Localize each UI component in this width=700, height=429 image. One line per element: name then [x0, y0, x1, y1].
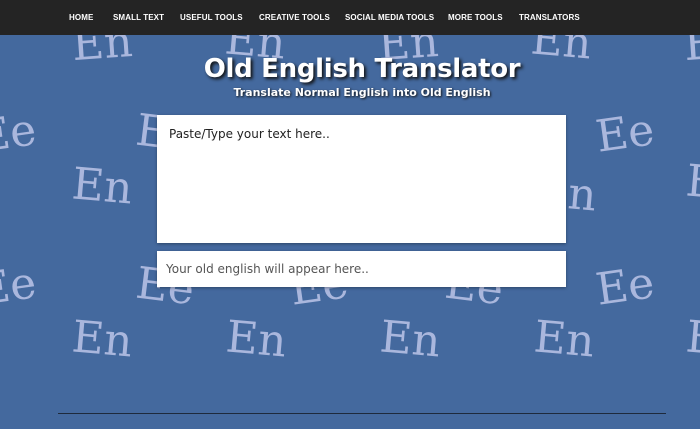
bg-glyph: En: [377, 311, 443, 368]
page-subtitle: Translate Normal English into Old Englis…: [233, 86, 491, 99]
nav-home[interactable]: HOME: [69, 13, 93, 22]
nav-translators[interactable]: TRANSLATORS: [519, 13, 580, 22]
bg-glyph: Ee: [0, 104, 40, 163]
nav-small-text[interactable]: SMALL TEXT: [113, 13, 164, 22]
text-input[interactable]: [157, 115, 566, 243]
nav-social-media-tools[interactable]: SOCIAL MEDIA TOOLS: [345, 13, 434, 22]
bg-glyph: Ee: [592, 104, 658, 163]
page-title: Old English Translator: [203, 54, 521, 84]
bg-glyph: En: [683, 155, 700, 212]
divider: [58, 413, 666, 414]
bg-glyph: En: [683, 311, 700, 368]
bg-glyph: En: [223, 311, 289, 368]
bg-glyph: En: [69, 311, 135, 368]
nav-useful-tools[interactable]: USEFUL TOOLS: [180, 13, 243, 22]
old-english-output[interactable]: [157, 251, 566, 287]
bg-glyph: Ee: [592, 257, 658, 316]
bg-glyph: En: [69, 158, 135, 215]
bg-glyph: En: [531, 311, 597, 368]
nav-creative-tools[interactable]: CREATIVE TOOLS: [259, 13, 330, 22]
top-navigation: HOME SMALL TEXT USEFUL TOOLS CREATIVE TO…: [0, 0, 700, 35]
bg-glyph: Ee: [0, 257, 40, 316]
nav-more-tools[interactable]: MORE TOOLS: [448, 13, 503, 22]
